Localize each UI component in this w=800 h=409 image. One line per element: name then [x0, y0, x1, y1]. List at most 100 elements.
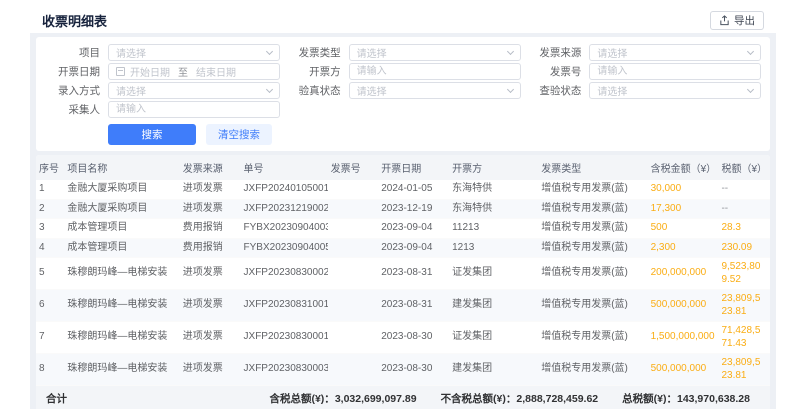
cell-no: 7 — [36, 322, 64, 354]
filter-project: 项目 请选择 — [42, 43, 283, 62]
filter-check-status-label: 查验状态 — [523, 83, 581, 98]
invoice-table: 序号项目名称发票来源单号发票号开票日期开票方发票类型含税金额（¥）税额（¥）不含… — [36, 155, 770, 386]
invoice-type-select-placeholder: 请选择 — [357, 45, 387, 60]
cell-tax: 230.09 — [718, 238, 767, 258]
cell-type: 增值税专用发票(蓝) — [538, 180, 647, 199]
cell-invoice_no — [328, 322, 379, 354]
table-row: 6珠穆朗玛峰—电梯安装进项发票JXFP202308310012023-08-31… — [36, 290, 770, 322]
cell-order_no: JXFP20231219002 — [241, 199, 328, 219]
invoice-date-range-picker[interactable]: 开始日期 至 结束日期 — [108, 63, 280, 80]
cell-source: 进项发票 — [180, 322, 241, 354]
cell-amount: 200,000,000 — [648, 258, 719, 290]
filter-collector: 采集人 — [42, 100, 283, 119]
verify-status-select[interactable]: 请选择 — [349, 82, 521, 99]
entry-method-select[interactable]: 请选择 — [108, 82, 280, 99]
project-select-placeholder: 请选择 — [116, 45, 146, 60]
filter-invoice-no-label: 发票号 — [523, 64, 581, 79]
column-header: 开票方 — [449, 155, 538, 180]
cell-issuer: 证发集团 — [449, 258, 538, 290]
table-row: 1金融大厦采购项目进项发票JXFP202401050012024-01-05东海… — [36, 180, 770, 199]
summary-item: 总税额(¥)：143,970,638.28 — [622, 391, 750, 406]
column-header: 发票类型 — [538, 155, 647, 180]
cell-tax: 9,523,809.52 — [718, 258, 767, 290]
cell-order_no: JXFP20240105001 — [241, 180, 328, 199]
cell-project: 珠穆朗玛峰—电梯安装 — [64, 322, 179, 354]
invoice-table-card: 序号项目名称发票来源单号发票号开票日期开票方发票类型含税金额（¥）税额（¥）不含… — [36, 155, 770, 409]
cell-net: 30,000 — [767, 180, 770, 199]
cell-order_no: JXFP20230830001 — [241, 322, 328, 354]
cell-issuer: 建发集团 — [449, 354, 538, 386]
filter-verify-status: 验真状态 请选择 — [283, 81, 524, 100]
cell-no: 3 — [36, 219, 64, 239]
content-area: 收票明细表 导出 项目 请选择 发票类型 请选择 — [30, 8, 776, 409]
filter-invoice-source: 发票来源 请选择 — [523, 43, 764, 62]
project-select[interactable]: 请选择 — [108, 44, 280, 61]
table-scroll-area[interactable]: 序号项目名称发票来源单号发票号开票日期开票方发票类型含税金额（¥）税额（¥）不含… — [36, 155, 770, 386]
cell-issuer: 东海特供 — [449, 180, 538, 199]
cell-net: 17,300 — [767, 199, 770, 219]
cell-date: 2023-09-04 — [378, 238, 449, 258]
cell-amount: 1,500,000,000 — [648, 322, 719, 354]
cell-order_no: FYBX20230904003 — [241, 219, 328, 239]
cell-source: 进项发票 — [180, 199, 241, 219]
cell-order_no: JXFP20230830002 — [241, 258, 328, 290]
cell-type: 增值税专用发票(蓝) — [538, 219, 647, 239]
cell-date: 2023-08-31 — [378, 290, 449, 322]
cell-project: 珠穆朗玛峰—电梯安装 — [64, 354, 179, 386]
cell-no: 6 — [36, 290, 64, 322]
filter-panel: 项目 请选择 发票类型 请选择 发票来源 请选择 — [36, 37, 770, 151]
cell-no: 8 — [36, 354, 64, 386]
filter-issuer: 开票方 — [283, 62, 524, 81]
filter-invoice-no: 发票号 — [523, 62, 764, 81]
page-title: 收票明细表 — [42, 11, 107, 30]
summary-label: 合计 — [46, 391, 67, 406]
verify-status-select-placeholder: 请选择 — [357, 83, 387, 98]
cell-no: 2 — [36, 199, 64, 219]
cell-tax: 28.3 — [718, 219, 767, 239]
cell-project: 金融大厦采购项目 — [64, 180, 179, 199]
cell-project: 珠穆朗玛峰—电梯安装 — [64, 290, 179, 322]
filter-issuer-label: 开票方 — [283, 64, 341, 79]
cell-tax: 71,428,571.43 — [718, 322, 767, 354]
filter-collector-label: 采集人 — [42, 102, 100, 117]
export-button[interactable]: 导出 — [710, 11, 764, 30]
invoice-type-select[interactable]: 请选择 — [349, 44, 521, 61]
cell-date: 2023-12-19 — [378, 199, 449, 219]
column-header: 含税金额（¥） — [648, 155, 719, 180]
filter-entry-method: 录入方式 请选择 — [42, 81, 283, 100]
cell-tax: -- — [718, 180, 767, 199]
cell-amount: 500 — [648, 219, 719, 239]
invoice-source-select[interactable]: 请选择 — [589, 44, 761, 61]
chevron-down-icon — [266, 47, 273, 54]
cell-order_no: FYBX20230904005 — [241, 238, 328, 258]
cell-source: 进项发票 — [180, 180, 241, 199]
cell-amount: 500,000,000 — [648, 290, 719, 322]
table-row: 3成本管理项目费用报销FYBX202309040032023-09-041121… — [36, 219, 770, 239]
table-row: 8珠穆朗玛峰—电梯安装进项发票JXFP202308300032023-08-30… — [36, 354, 770, 386]
search-button[interactable]: 搜索 — [108, 124, 196, 145]
issuer-input[interactable] — [349, 63, 521, 80]
cell-invoice_no — [328, 290, 379, 322]
clear-search-button[interactable]: 清空搜索 — [206, 124, 272, 145]
entry-method-select-placeholder: 请选择 — [116, 83, 146, 98]
column-header: 开票日期 — [378, 155, 449, 180]
cell-invoice_no — [328, 219, 379, 239]
collector-input[interactable] — [108, 101, 280, 118]
table-header-row: 序号项目名称发票来源单号发票号开票日期开票方发票类型含税金额（¥）税额（¥）不含… — [36, 155, 770, 180]
invoice-no-input[interactable] — [589, 63, 761, 80]
cell-tax: 23,809,523.81 — [718, 354, 767, 386]
cell-project: 成本管理项目 — [64, 238, 179, 258]
summary-items: 含税总额(¥)：3,032,699,097.89不含税总额(¥)：2,888,7… — [269, 391, 760, 406]
cell-source: 费用报销 — [180, 219, 241, 239]
column-header: 发票来源 — [180, 155, 241, 180]
cell-issuer: 11213 — [449, 219, 538, 239]
cell-tax: 23,809,523.81 — [718, 290, 767, 322]
cell-type: 增值税专用发票(蓝) — [538, 354, 647, 386]
cell-amount: 30,000 — [648, 180, 719, 199]
export-label: 导出 — [734, 13, 755, 28]
check-status-select[interactable]: 请选择 — [589, 82, 761, 99]
cell-type: 增值税专用发票(蓝) — [538, 258, 647, 290]
cell-issuer: 1213 — [449, 238, 538, 258]
cell-issuer: 证发集团 — [449, 322, 538, 354]
topbar: 收票明细表 导出 — [30, 8, 776, 33]
